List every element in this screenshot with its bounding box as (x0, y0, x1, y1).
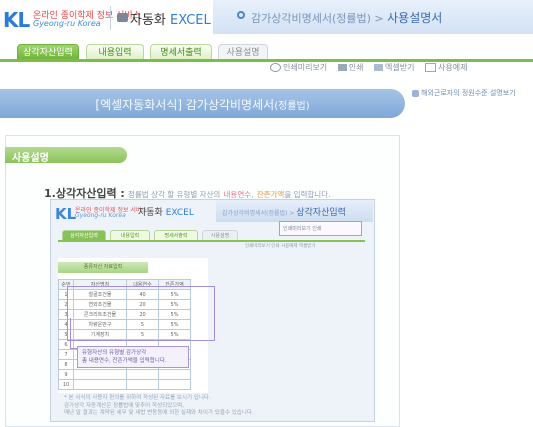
kl-logo[interactable]: KL (3, 8, 31, 32)
step-comma: , (251, 190, 254, 199)
title-separator: > (370, 12, 388, 25)
print-link[interactable]: 인쇄 (349, 63, 364, 72)
tab-content-input[interactable]: 내용입력 (86, 44, 144, 60)
step-desc: 정률법 상각 할 유형별 자산의 (127, 190, 221, 199)
embedded-panel-title: 종류자산 자료입력 (58, 262, 148, 273)
note-line-1: * 본 서식의 사용자 편의를 위하여 작성된 자료를 보시기 입니다. (64, 395, 211, 401)
input-highlight-box (67, 286, 215, 341)
embedded-tab-manual: 사용설명 (202, 230, 238, 240)
side-help-label: 해외근로자의 정원수준 설명보기 (421, 89, 516, 97)
preview-icon (270, 63, 281, 72)
banner-prefix: [엑셀자동화서식] (95, 98, 186, 112)
excel-download-icon (374, 64, 383, 71)
brand-subtitle: Gyeong-ru Korea (33, 19, 101, 28)
tab-asset-input[interactable]: 상각자산입력 (17, 44, 79, 60)
title-sub: 사용설명서 (387, 11, 443, 25)
step-highlight-residual: 잔존가액 (256, 190, 285, 199)
product-name: 자동화 EXCEL (130, 9, 211, 28)
cell-asset-name[interactable] (73, 369, 127, 380)
embedded-product-name: 자동화 EXCEL (138, 205, 194, 218)
embedded-tab-content-input: 내용입력 (110, 230, 150, 240)
tooltip-line-2: 총 내용연수, 잔존가액을 입력합니다. (82, 358, 167, 364)
toolbar: 인쇄미리보기 인쇄 엑셀받기 사용예제 (270, 62, 475, 76)
notes: * 본 서식의 사용자 편의를 위하여 작성된 자료를 보시기 입니다. 감가상… (64, 395, 254, 418)
example-link[interactable]: 사용예제 (438, 63, 467, 72)
callout-tooltip: 유형자산의 유형별 감가상각 총 내용연수, 잔존가액을 입력합니다. (77, 346, 189, 368)
header-divider (110, 6, 111, 30)
embedded-toolbar-highlight: 인쇄미리보기 인쇄 (279, 221, 362, 236)
banner-paren: (정률법) (274, 101, 310, 112)
banner-main: 감가상각비명세서 (185, 98, 275, 112)
product-prefix: 자동화 (130, 13, 171, 28)
note-line-3: 매년 말 결과는 계약된 세무 및 세법 변동등에 의한 실제와 차이가 있을수… (64, 410, 254, 416)
embedded-product-prefix: 자동화 (138, 208, 166, 218)
note-line-2: 감가상각 자동계산은 정률법에 맞추어 작성되었으며, (64, 402, 185, 409)
title-main: 감가상각비명세서(정률법) (251, 12, 371, 25)
embedded-product-excel: EXCEL (165, 208, 194, 218)
cell-useful-life[interactable] (126, 369, 159, 380)
callout-leader (70, 318, 71, 348)
step-suffix: 을 입력합니다. (284, 190, 331, 199)
cell-no: 9 (58, 369, 74, 380)
tooltip-line-1: 유형자산의 유형별 감가상각 (82, 350, 147, 356)
table-row: 10 (58, 379, 191, 390)
cell-no: 7 (58, 349, 74, 360)
excel-download-link[interactable]: 엑셀받기 (385, 63, 414, 72)
page-title: 감가상각비명세서(정률법) > 사용설명서 (251, 9, 442, 26)
cell-no: 10 (58, 379, 74, 390)
embedded-brand-subtitle: Gyeong-ru Korea (75, 212, 126, 219)
embedded-tab-asset-input: 상각자산입력 (62, 230, 106, 240)
tab-manual[interactable]: 사용설명 (218, 44, 268, 60)
section-label: 사용설명 (12, 153, 49, 164)
cell-asset-name[interactable] (73, 379, 127, 390)
table-row: 9 (58, 369, 191, 380)
example-icon (425, 63, 436, 72)
product-excel: EXCEL (170, 13, 211, 28)
print-preview-link[interactable]: 인쇄미리보기 (283, 63, 327, 72)
title-bullet-icon (237, 11, 245, 19)
embedded-page-title: 감가상각비명세서(정률법) > 상각자산입력 (222, 205, 346, 218)
tab-statement-output[interactable]: 명세서출력 (150, 44, 212, 60)
embedded-tab-underline (58, 240, 365, 242)
cell-residual-value[interactable] (158, 369, 191, 380)
product-badge-icon (117, 13, 128, 22)
help-icon (412, 89, 419, 97)
side-help-link[interactable]: 해외근로자의 정원수준 설명보기 (412, 88, 516, 98)
step-highlight-years: 내용연수 (223, 190, 252, 199)
embedded-tab-statement-output: 명세서출력 (154, 230, 198, 240)
banner-title: [엑셀자동화서식] 감가상각비명세서(정률법) (0, 96, 405, 113)
embedded-kl-logo: KL (55, 205, 77, 223)
embedded-title-sub: 상각자산입력 (296, 208, 346, 218)
print-icon (337, 64, 347, 71)
cell-residual-value[interactable] (158, 379, 191, 390)
embedded-toolbar: 인쇄미리보기 인쇄 사용예제 엑셀받기 (245, 244, 316, 249)
cell-useful-life[interactable] (126, 379, 159, 390)
embedded-title-main: 감가상각비명세서(정률법) > (222, 210, 297, 217)
cell-no: 8 (58, 359, 74, 370)
